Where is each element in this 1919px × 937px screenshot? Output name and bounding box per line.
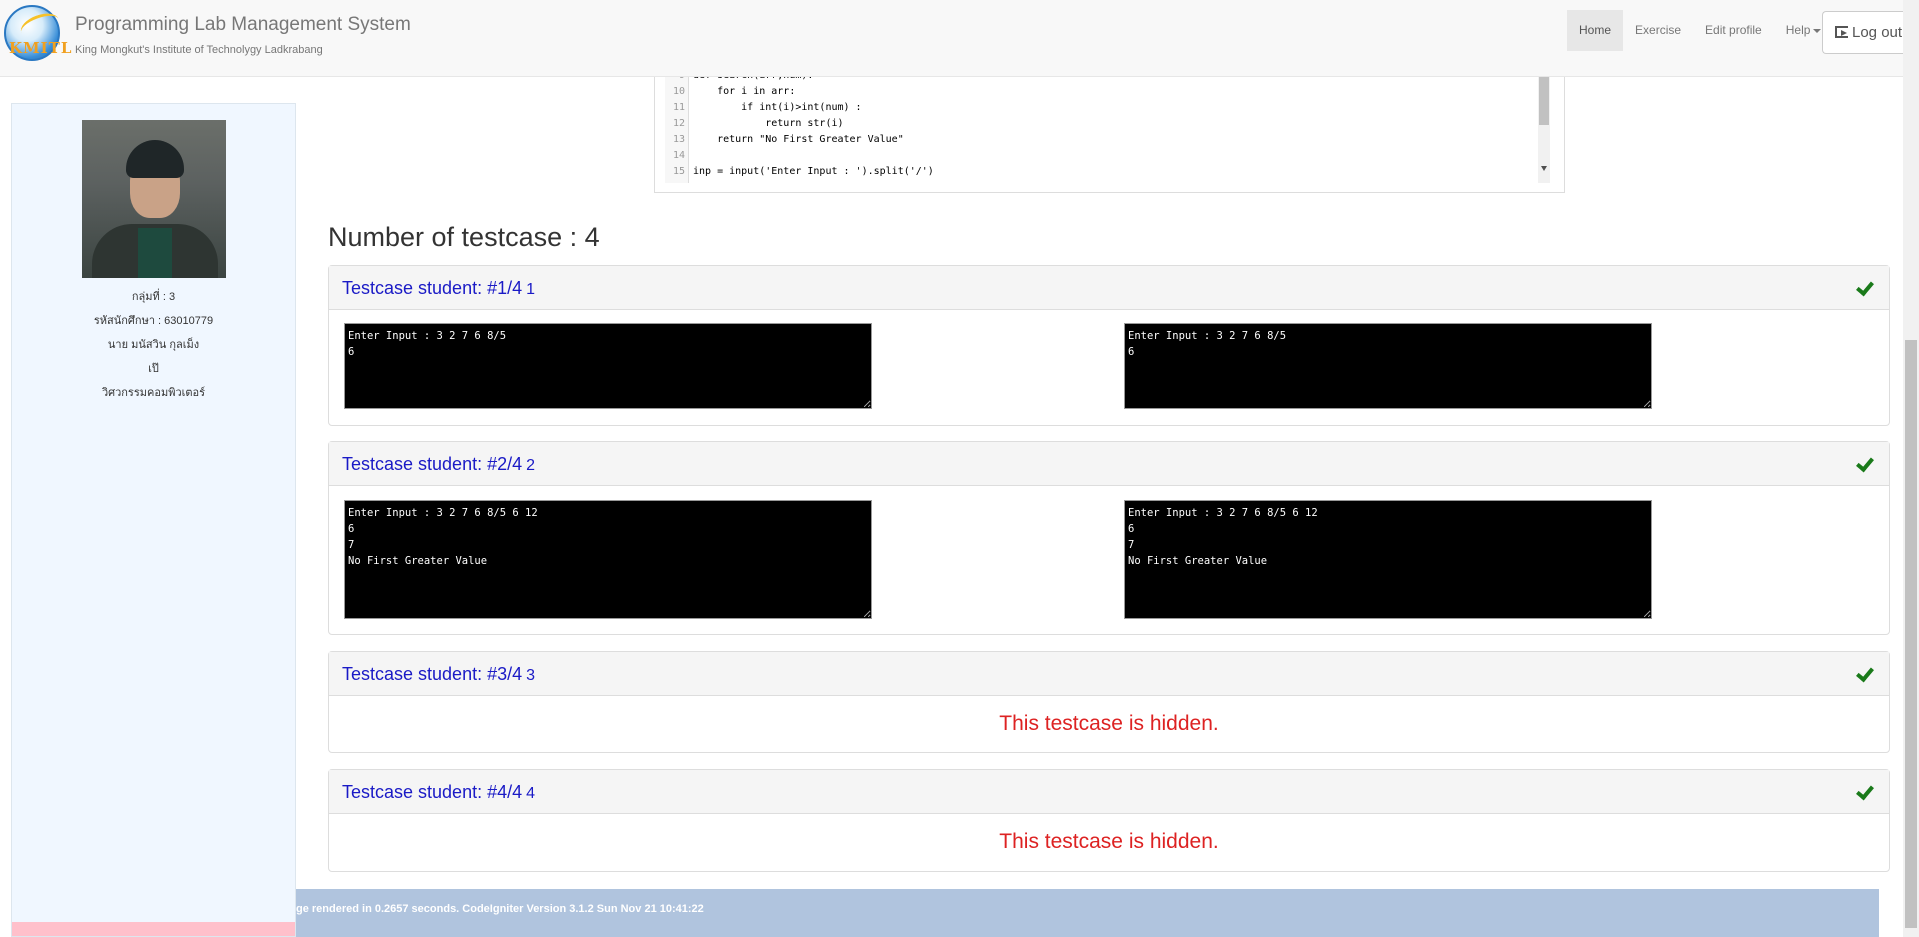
testcase-panel: Testcase student: #2/4 2 Enter Input : 3 … (328, 441, 1890, 635)
page-scrollbar[interactable] (1903, 0, 1919, 937)
nav-help-label: Help (1785, 23, 1811, 37)
testcase-header: Testcase student: #1/4 1 (329, 266, 1889, 310)
code-line: 13 return "No First Greater Value" (672, 134, 904, 145)
kmitl-logo-icon[interactable]: KMITL (4, 5, 71, 61)
student-output-textarea[interactable]: Enter Input : 3 2 7 6 8/5 6 (344, 323, 872, 409)
testcase-title: Testcase student: #1/4 (342, 278, 523, 298)
student-nickname: เป๊ (148, 363, 159, 375)
avatar (82, 120, 226, 278)
student-output-textarea[interactable]: Enter Input : 3 2 7 6 8/5 6 12 6 7 No Fi… (344, 500, 872, 619)
testcase-panel: Testcase student: #4/4 4 This testcase is… (328, 769, 1890, 872)
testcase-number: 1 (526, 281, 536, 298)
app-subtitle: King Mongkut's Institute of Technolygy L… (75, 44, 323, 56)
expected-output-textarea[interactable]: Enter Input : 3 2 7 6 8/5 6 12 6 7 No Fi… (1124, 500, 1652, 619)
testcase-number: 3 (526, 667, 536, 684)
sidebar-footer-bar (12, 922, 295, 936)
check-icon (1857, 454, 1877, 470)
hidden-testcase-message: This testcase is hidden. (999, 830, 1219, 853)
testcase-title: Testcase student: #2/4 (342, 454, 523, 474)
student-group: กลุ่มที่ : 3 (131, 291, 176, 303)
code-line: 11 if int(i)>int(num) : (672, 102, 862, 113)
page-footer: ge rendered in 0.2657 seconds. CodeIgnit… (296, 889, 1879, 937)
testcase-title: Testcase student: #4/4 (342, 782, 523, 802)
code-line: 10 for i in arr: (672, 86, 796, 97)
testcase-number: 4 (526, 785, 536, 802)
testcase-number: 2 (526, 457, 536, 474)
app-title[interactable]: Programming Lab Management System (75, 14, 411, 36)
student-id: รหัสนักศึกษา : 63010779 (93, 315, 214, 327)
navbar: KMITL Programming Lab Management System … (0, 0, 1903, 77)
check-icon (1857, 278, 1877, 294)
testcase-header: Testcase student: #3/4 3 (329, 652, 1889, 696)
testcase-header: Testcase student: #2/4 2 (329, 442, 1889, 486)
testcase-panel: Testcase student: #3/4 3 This testcase is… (328, 651, 1890, 753)
profile-sidebar: กลุ่มที่ : 3 รหัสนักศึกษา : 63010779 นาย… (11, 103, 296, 937)
check-icon (1857, 782, 1877, 798)
testcase-header: Testcase student: #4/4 4 (329, 770, 1889, 814)
student-department: วิศวกรรมคอมพิวเตอร์ (101, 387, 206, 399)
main-nav: Home Exercise Edit profile Help (1567, 10, 1833, 51)
nav-home[interactable]: Home (1567, 10, 1624, 51)
code-editor[interactable]: 9def search(arr,num): 10 for i in arr: 1… (654, 58, 1565, 193)
nav-edit-profile[interactable]: Edit profile (1693, 10, 1774, 51)
logout-icon (1835, 26, 1848, 38)
code-line: 12 return str(i) (672, 118, 844, 129)
code-line: 14 (672, 150, 685, 161)
scroll-down-arrow-icon[interactable] (1541, 166, 1547, 171)
code-line: 15 inp = input('Enter Input : ').split('/… (672, 166, 934, 177)
testcase-count-heading: Number of testcase : 4 (328, 222, 600, 252)
testcase-title: Testcase student: #3/4 (342, 664, 523, 684)
logout-label: Log out (1852, 24, 1903, 41)
testcase-panel: Testcase student: #1/4 1 Enter Input : 3 … (328, 265, 1890, 426)
expected-output-textarea[interactable]: Enter Input : 3 2 7 6 8/5 6 (1124, 323, 1652, 409)
student-name: นาย มนัสวิน กุลเม็ง (107, 339, 200, 351)
check-icon (1857, 664, 1877, 680)
hidden-testcase-message: This testcase is hidden. (999, 712, 1219, 735)
page-scroll-thumb[interactable] (1905, 340, 1917, 928)
nav-exercise[interactable]: Exercise (1623, 10, 1693, 51)
chevron-down-icon (1813, 28, 1822, 33)
logout-button[interactable]: Log out (1822, 11, 1903, 54)
